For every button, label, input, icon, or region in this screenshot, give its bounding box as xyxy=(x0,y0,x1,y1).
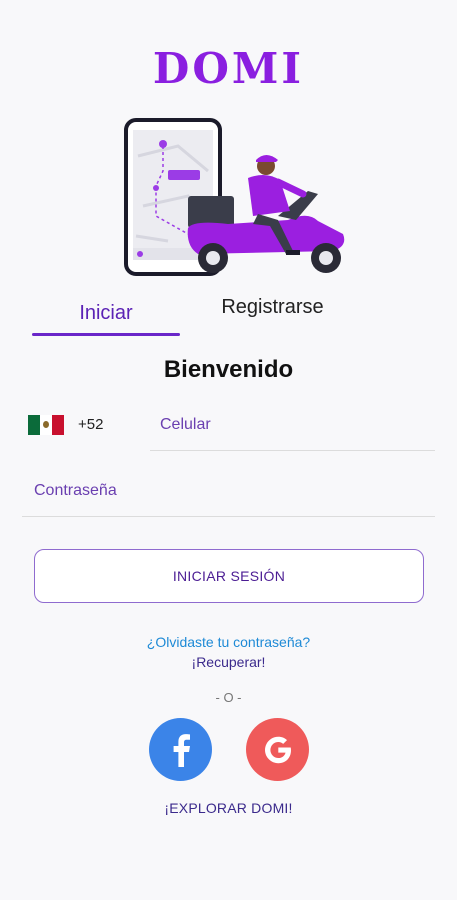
mexico-flag-icon[interactable] xyxy=(28,415,64,435)
facebook-icon xyxy=(173,733,190,767)
active-tab-indicator xyxy=(32,333,180,336)
auth-tabs: Iniciar Registrarse xyxy=(0,296,457,340)
phone-input[interactable] xyxy=(150,400,435,451)
explore-link[interactable]: ¡EXPLORAR DOMI! xyxy=(0,800,457,816)
google-login-button[interactable] xyxy=(246,718,309,781)
welcome-heading: Bienvenido xyxy=(163,356,294,383)
tab-login[interactable]: Iniciar xyxy=(32,302,180,342)
tab-register[interactable]: Registrarse xyxy=(195,296,350,336)
app-logo: DOMI xyxy=(152,44,305,93)
password-input[interactable] xyxy=(22,466,435,517)
google-icon xyxy=(264,736,291,763)
facebook-login-button[interactable] xyxy=(149,718,212,781)
recover-link[interactable]: ¡Recuperar! xyxy=(0,654,457,670)
delivery-illustration xyxy=(124,118,345,276)
country-code[interactable]: +52 xyxy=(78,416,103,433)
login-button[interactable]: INICIAR SESIÓN xyxy=(34,549,424,603)
forgot-password-link[interactable]: ¿Olvidaste tu contraseña? xyxy=(0,634,457,650)
or-divider: - O - xyxy=(215,690,242,705)
